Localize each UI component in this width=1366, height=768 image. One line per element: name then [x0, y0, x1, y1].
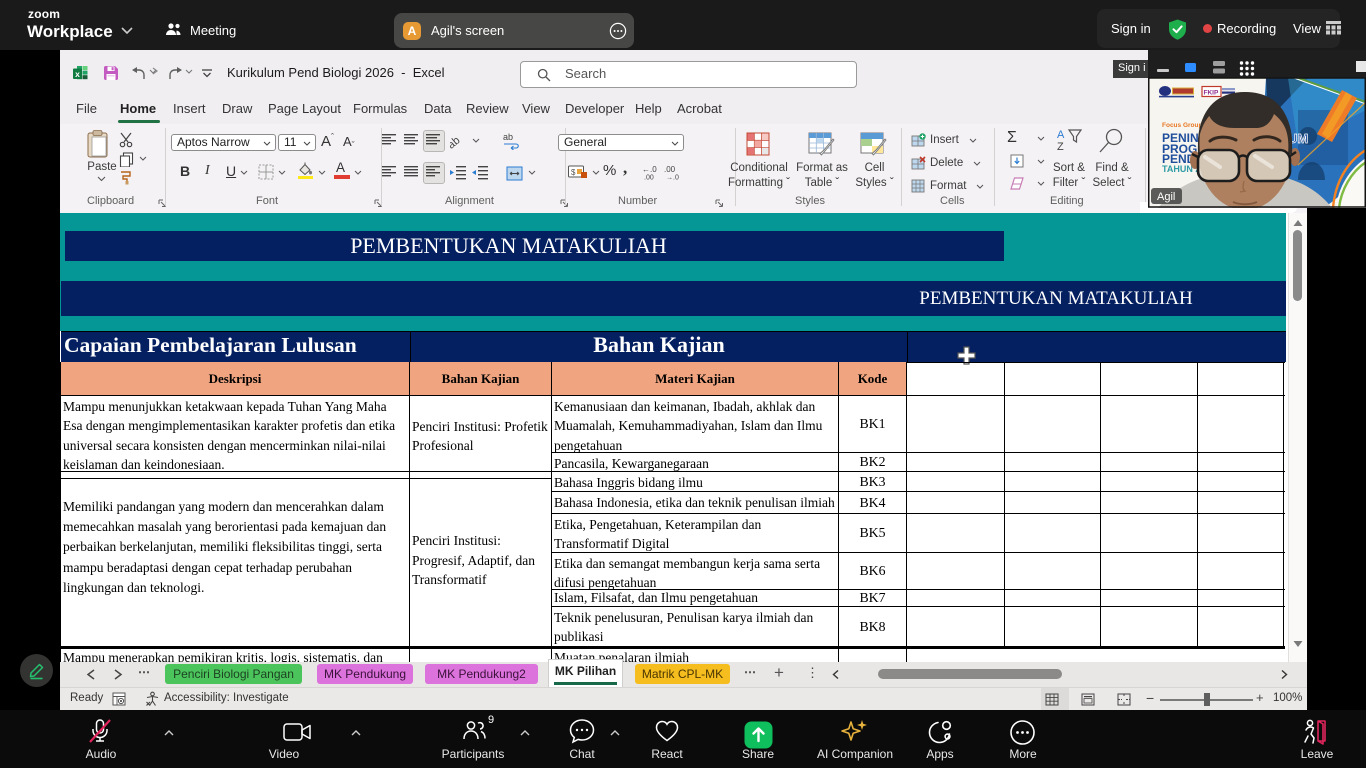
svg-text:.00: .00	[664, 165, 676, 174]
svg-text:ab: ab	[503, 132, 513, 142]
svg-text:ab: ab	[450, 134, 462, 151]
svg-text:→.0: →.0	[666, 175, 679, 181]
svg-text:$: $	[571, 168, 576, 177]
svg-text:Agil: Agil	[1157, 191, 1175, 203]
svg-text:A: A	[1057, 129, 1065, 141]
svg-text:FKIP: FKIP	[1204, 90, 1219, 97]
svg-text:Z: Z	[1057, 141, 1064, 153]
svg-text:.00: .00	[644, 175, 654, 181]
svg-text:←.0: ←.0	[642, 165, 657, 174]
svg-text:x: x	[75, 69, 80, 79]
